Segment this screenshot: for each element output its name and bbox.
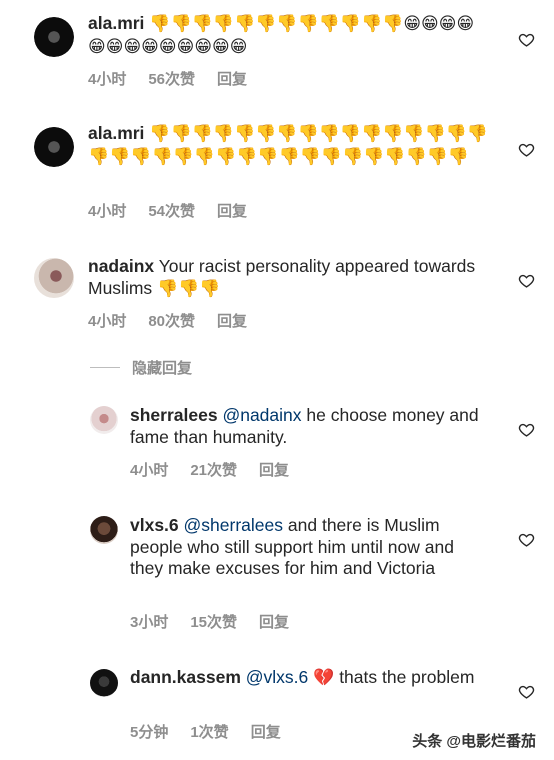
reply-time: 4小时 <box>130 462 169 479</box>
hide-replies-button[interactable]: 隐藏回复 <box>90 357 192 378</box>
reply-text: sherralees @nadainx he choose money and … <box>130 405 500 448</box>
comment-likes[interactable]: 54次赞 <box>148 200 195 221</box>
broken-heart-emoji: 💔 <box>313 668 335 688</box>
reply-body: thats the problem <box>339 667 475 687</box>
comment-emojis: 👎👎👎👎👎👎👎👎👎👎👎👎😁😁😁😁😁😁😁😁😁😁😁😁😁 <box>88 14 475 57</box>
comment-emojis: 👎👎👎 <box>157 278 221 299</box>
comment-meta: 4小时 54次赞 回复 <box>88 200 247 221</box>
reply-text: vlxs.6 @sherralees and there is Muslim p… <box>130 515 490 580</box>
comment-username[interactable]: ala.mri <box>88 13 144 33</box>
reply-meta: 3小时 15次赞 回复 <box>130 611 289 632</box>
comment-text: nadainx Your racist personality appeared… <box>88 256 488 300</box>
heart-icon[interactable] <box>518 683 535 700</box>
reply-mention[interactable]: @vlxs.6 <box>246 667 309 687</box>
reply-button[interactable]: 回复 <box>259 611 289 632</box>
reply-mention[interactable]: @nadainx <box>222 405 301 425</box>
avatar[interactable] <box>34 127 74 167</box>
reply-time: 3小时 <box>130 614 169 631</box>
heart-icon[interactable] <box>518 272 535 289</box>
reply-text: dann.kassem @vlxs.6 💔 thats the problem <box>130 667 490 690</box>
comment-username[interactable]: nadainx <box>88 256 154 276</box>
reply-username[interactable]: sherralees <box>130 405 218 425</box>
reply-button[interactable]: 回复 <box>259 459 289 480</box>
heart-icon[interactable] <box>518 421 535 438</box>
comment-time: 4小时 <box>88 203 127 220</box>
comment-text: ala.mri 👎👎👎👎👎👎👎👎👎👎👎👎👎👎👎👎👎👎👎👎👎👎👎👎👎👎👎👎👎👎👎👎… <box>88 123 488 168</box>
reply-likes[interactable]: 15次赞 <box>190 611 237 632</box>
avatar[interactable] <box>90 669 118 697</box>
avatar[interactable] <box>34 258 74 298</box>
watermark-text: 头条 @电影烂番茄 <box>412 733 536 750</box>
reply-button[interactable]: 回复 <box>251 721 281 742</box>
reply-username[interactable]: vlxs.6 <box>130 515 179 535</box>
reply-likes[interactable]: 21次赞 <box>190 459 237 480</box>
avatar[interactable] <box>90 516 118 544</box>
reply-button[interactable]: 回复 <box>217 68 247 89</box>
reply-meta: 5分钟 1次赞 回复 <box>130 721 281 742</box>
comment-likes[interactable]: 56次赞 <box>148 68 195 89</box>
comment-likes[interactable]: 80次赞 <box>148 310 195 331</box>
divider-line <box>90 367 120 368</box>
reply-time: 5分钟 <box>130 724 169 741</box>
comment-text: ala.mri 👎👎👎👎👎👎👎👎👎👎👎👎😁😁😁😁😁😁😁😁😁😁😁😁😁 <box>88 13 488 58</box>
reply-button[interactable]: 回复 <box>217 200 247 221</box>
comment-time: 4小时 <box>88 71 127 88</box>
avatar[interactable] <box>90 406 118 434</box>
comment-meta: 4小时 80次赞 回复 <box>88 310 247 331</box>
hide-replies-label: 隐藏回复 <box>132 360 193 377</box>
reply-meta: 4小时 21次赞 回复 <box>130 459 289 480</box>
reply-likes[interactable]: 1次赞 <box>190 721 228 742</box>
heart-icon[interactable] <box>518 141 535 158</box>
comment-meta: 4小时 56次赞 回复 <box>88 68 247 89</box>
comment-emojis: 👎👎👎👎👎👎👎👎👎👎👎👎👎👎👎👎👎👎👎👎👎👎👎👎👎👎👎👎👎👎👎👎👎👎 <box>88 124 488 167</box>
reply-button[interactable]: 回复 <box>217 310 247 331</box>
reply-mention[interactable]: @sherralees <box>184 515 283 535</box>
watermark: 头条 @电影烂番茄 <box>412 730 536 751</box>
heart-icon[interactable] <box>518 531 535 548</box>
comment-username[interactable]: ala.mri <box>88 123 144 143</box>
avatar[interactable] <box>34 17 74 57</box>
comment-time: 4小时 <box>88 313 127 330</box>
heart-icon[interactable] <box>518 31 535 48</box>
reply-body: and there is Muslim people who still sup… <box>130 515 454 578</box>
reply-username[interactable]: dann.kassem <box>130 667 241 687</box>
